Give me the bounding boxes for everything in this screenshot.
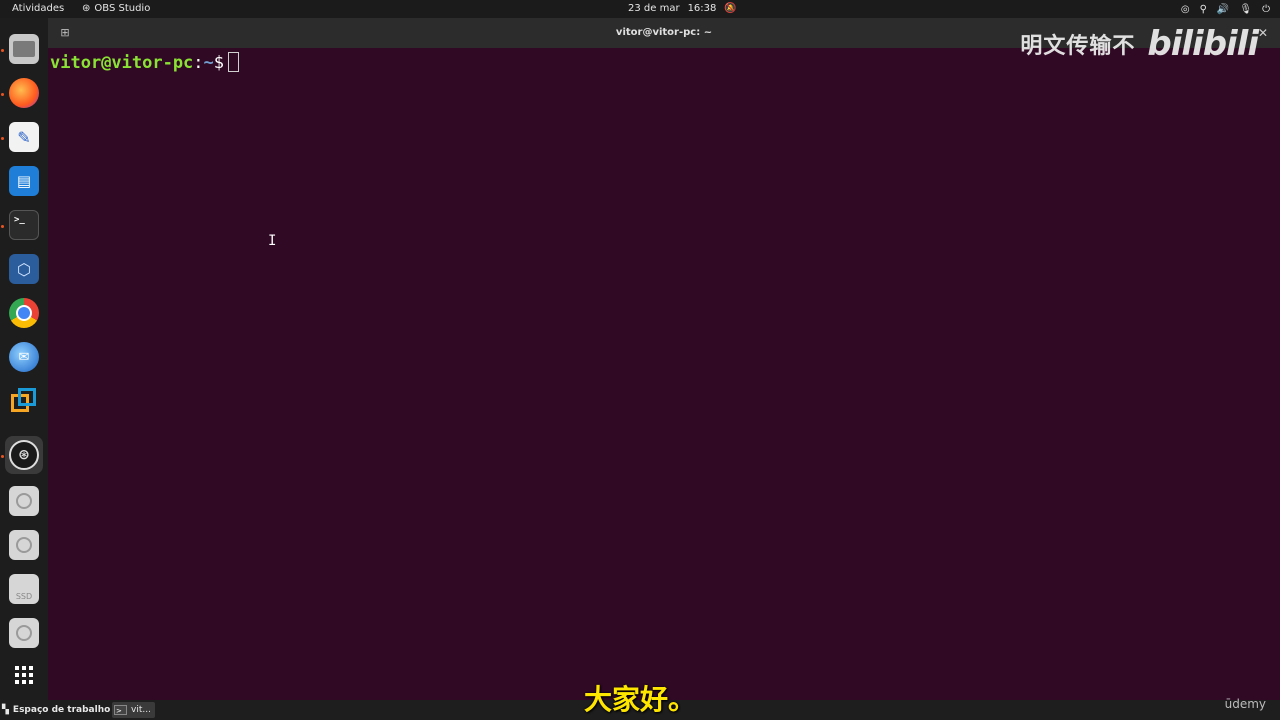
disk-icon — [9, 530, 39, 560]
running-indicator — [1, 225, 4, 228]
dock: ✎ ▤ >_ ⬡ ✉ ⊛ SSD — [0, 18, 48, 700]
video-watermark: 明文传输不 bilibili — [1020, 24, 1259, 64]
dock-item-virtualbox[interactable]: ⬡ — [5, 250, 43, 288]
date-label: 23 de mar — [628, 3, 680, 14]
firefox-icon — [9, 78, 39, 108]
text-cursor — [228, 52, 240, 72]
volume-icon[interactable]: 🔊 — [1217, 4, 1229, 15]
dock-item-text-editor[interactable]: ✎ — [5, 118, 43, 156]
app-menu[interactable]: ⊛ OBS Studio — [82, 0, 150, 18]
terminal-body[interactable]: vitor@vitor-pc:~$ — [48, 48, 1280, 700]
running-indicator — [1, 49, 4, 52]
power-icon[interactable]: ⏻ — [1262, 4, 1270, 15]
top-bar: Atividades ⊛ OBS Studio 23 de mar 16:38 … — [0, 0, 1280, 18]
running-indicator — [1, 93, 4, 96]
document-icon: ▤ — [9, 166, 39, 196]
accessibility-icon[interactable]: ◎ — [1181, 4, 1190, 15]
running-indicator — [1, 455, 4, 458]
prompt-colon: : — [193, 53, 204, 73]
chrome-icon — [9, 298, 39, 328]
obs-icon: ⊛ — [9, 440, 39, 470]
dock-item-terminal[interactable]: >_ — [5, 206, 43, 244]
dock-item-drive-3[interactable] — [5, 614, 43, 652]
ssd-icon: SSD — [9, 574, 39, 604]
dock-item-ssd[interactable]: SSD — [5, 570, 43, 608]
virtualbox-icon: ⬡ — [9, 254, 39, 284]
dock-item-firefox[interactable] — [5, 74, 43, 112]
watermark-text: 明文传输不 — [1020, 34, 1136, 59]
folder-icon — [9, 34, 39, 64]
app-menu-label: OBS Studio — [94, 3, 151, 14]
time-label: 16:38 — [687, 3, 717, 14]
dock-item-writer[interactable]: ▤ — [5, 162, 43, 200]
prompt-symbol: $ — [213, 53, 225, 73]
disk-icon — [9, 486, 39, 516]
prompt-path: ~ — [203, 53, 214, 73]
microphone-icon[interactable]: 🎙 — [1239, 4, 1252, 15]
disk-icon — [9, 618, 39, 648]
shell-prompt: vitor@vitor-pc:~$ — [50, 52, 240, 73]
terminal-icon: >_ — [9, 210, 39, 240]
dock-item-vmware[interactable] — [5, 382, 43, 420]
video-subtitle: 大家好。 — [583, 683, 696, 716]
mail-icon: ✉ — [9, 342, 39, 372]
dock-item-files[interactable] — [5, 30, 43, 68]
system-tray[interactable]: ◎ ⚲ 🔊 🎙 ⏻ — [1181, 0, 1270, 18]
text-editor-icon: ✎ — [9, 122, 39, 152]
bilibili-logo: bilibili — [1147, 24, 1259, 64]
network-icon[interactable]: ⚲ — [1200, 4, 1207, 15]
dock-item-thunderbird[interactable]: ✉ — [5, 338, 43, 376]
ssd-label: SSD — [15, 592, 33, 601]
notifications-off-icon: 🔕 — [724, 3, 737, 14]
dock-item-drive-2[interactable] — [5, 526, 43, 564]
obs-small-icon: ⊛ — [82, 3, 91, 14]
activities-button[interactable]: Atividades — [12, 0, 64, 18]
mouse-ibeam-cursor-icon: I — [268, 233, 277, 249]
dock-item-obs[interactable]: ⊛ — [5, 436, 43, 474]
prompt-user-host: vitor@vitor-pc — [50, 53, 194, 73]
dock-item-drive-1[interactable] — [5, 482, 43, 520]
udemy-watermark: ūdemy — [1224, 697, 1266, 711]
running-indicator — [1, 137, 4, 140]
dock-item-chrome[interactable] — [5, 294, 43, 332]
clock[interactable]: 23 de mar 16:38 🔕 — [628, 0, 737, 18]
vmware-icon — [9, 386, 39, 416]
